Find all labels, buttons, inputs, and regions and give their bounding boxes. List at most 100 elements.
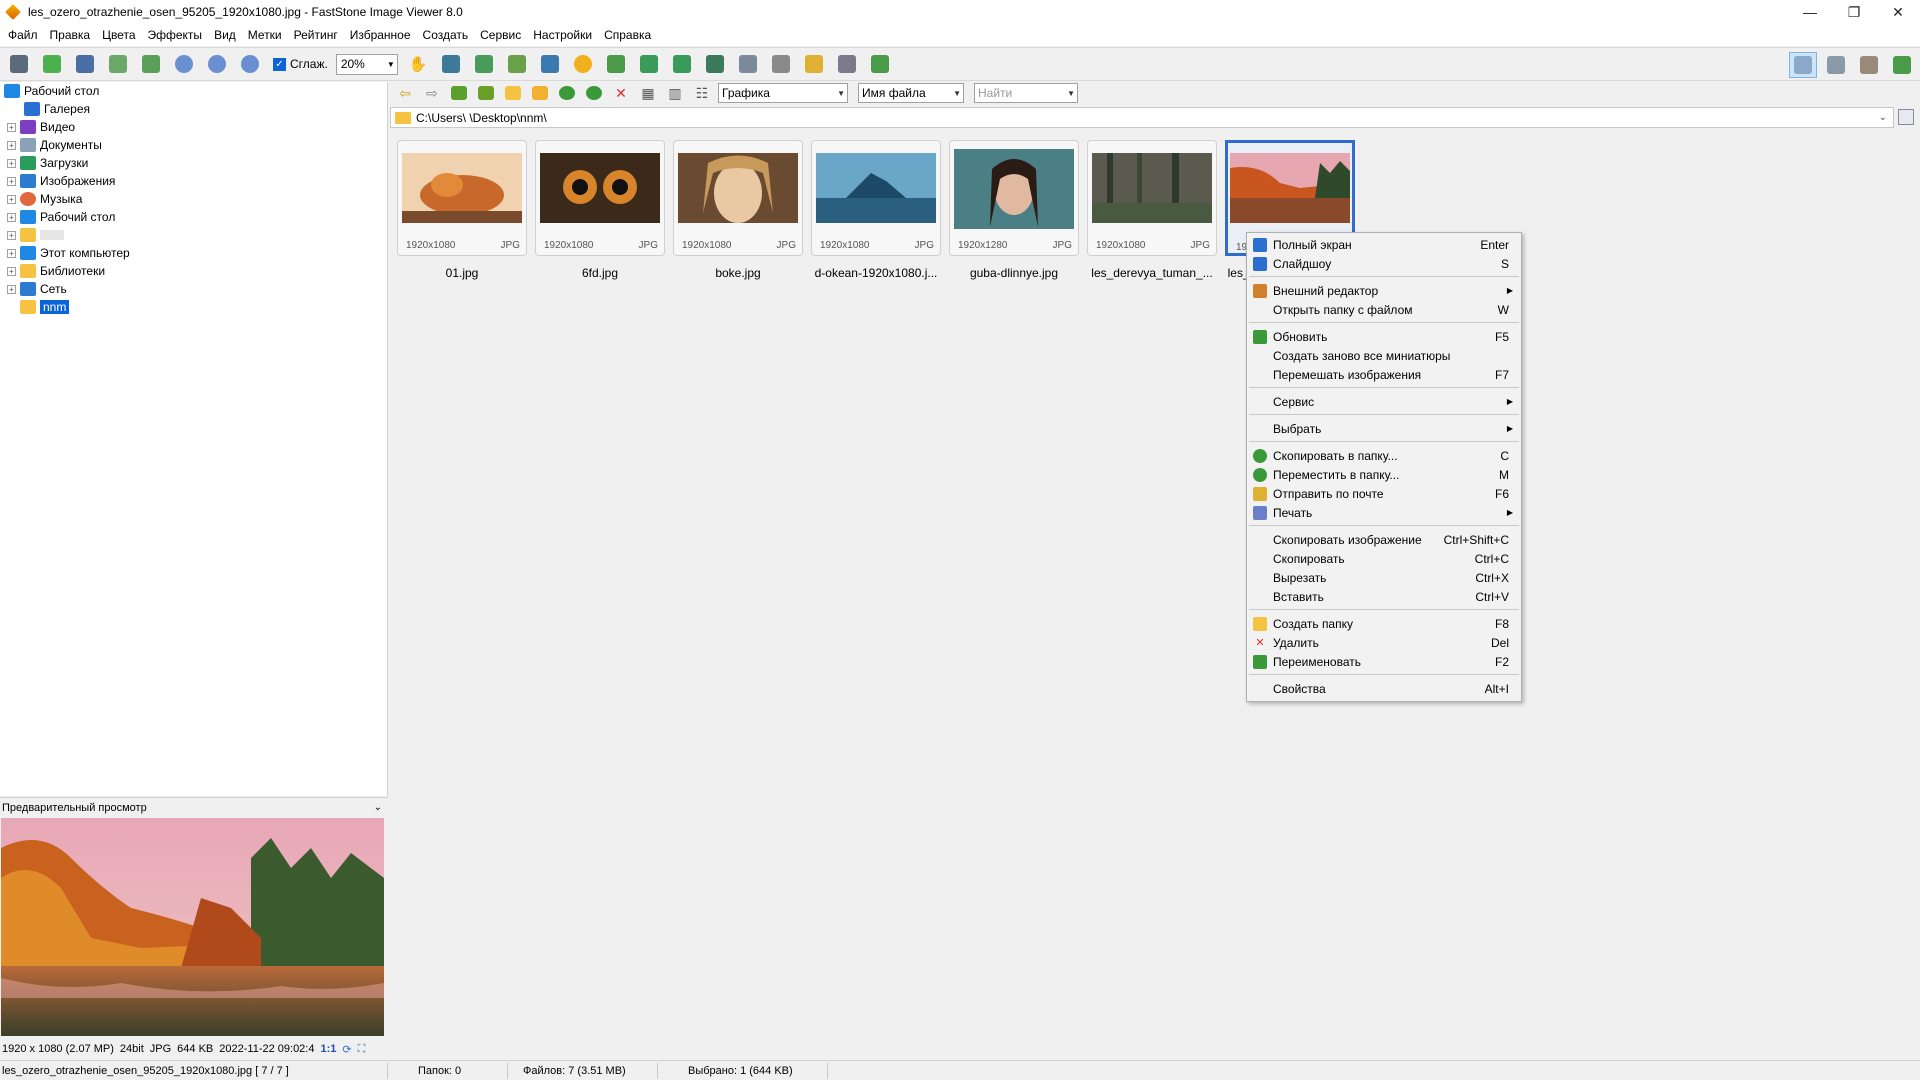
thumbnail-card[interactable]: 1920x1080 JPG xyxy=(811,140,941,256)
menu-copy-to-folder[interactable]: Скопировать в папку... C xyxy=(1247,446,1521,465)
expand-icon[interactable]: + xyxy=(7,194,16,204)
export-button[interactable] xyxy=(137,51,165,77)
fit-screen-icon[interactable]: ⛶ xyxy=(358,1043,366,1056)
menu-cut[interactable]: Вырезать Ctrl+X xyxy=(1247,568,1521,587)
save-as-button[interactable] xyxy=(104,51,132,77)
expand-icon[interactable]: + xyxy=(7,266,16,276)
tree-item-documents[interactable]: + Документы xyxy=(7,136,102,154)
tree-item-desktop-root[interactable]: Рабочий стол xyxy=(4,82,99,100)
browser-view-button[interactable] xyxy=(1789,52,1817,78)
columns-view-button[interactable]: ▥ xyxy=(664,83,686,103)
menu-delete[interactable]: ✕ Удалить Del xyxy=(1247,633,1521,652)
collapse-icon[interactable]: ⌄ xyxy=(374,802,382,813)
menu-select[interactable]: Выбрать ▶ xyxy=(1247,419,1521,438)
effects-button[interactable] xyxy=(602,51,630,77)
expand-icon[interactable]: + xyxy=(7,176,16,186)
menu-print[interactable]: Печать ▶ xyxy=(1247,503,1521,522)
properties-button[interactable] xyxy=(866,51,894,77)
pan-button[interactable]: ✋ xyxy=(404,51,432,77)
expand-icon[interactable]: + xyxy=(7,140,16,150)
tree-item-downloads[interactable]: + Загрузки xyxy=(7,154,88,172)
expand-icon[interactable]: + xyxy=(7,248,16,258)
tree-item-this-pc[interactable]: + Этот компьютер xyxy=(7,244,130,262)
move-to-button[interactable] xyxy=(583,83,605,103)
acquire-button[interactable] xyxy=(5,51,33,77)
menu-refresh[interactable]: Обновить F5 xyxy=(1247,327,1521,346)
menu-shuffle[interactable]: Перемешать изображения F7 xyxy=(1247,365,1521,384)
filter-combo[interactable]: Графика ▼ xyxy=(718,83,848,103)
tree-item-desktop[interactable]: + Рабочий стол xyxy=(7,208,115,226)
menu-copy-image[interactable]: Скопировать изображение Ctrl+Shift+C xyxy=(1247,530,1521,549)
up-folder-button[interactable] xyxy=(448,83,470,103)
preview-view-button[interactable] xyxy=(1822,52,1850,78)
menu-rename[interactable]: Переименовать F2 xyxy=(1247,652,1521,671)
menu-settings[interactable]: Настройки xyxy=(527,24,598,46)
menu-tools[interactable]: Сервис ▶ xyxy=(1247,392,1521,411)
menu-create-folder[interactable]: Создать папку F8 xyxy=(1247,614,1521,633)
search-input[interactable]: Найти xyxy=(978,86,1012,100)
rotate-right-button[interactable] xyxy=(668,51,696,77)
resize-button[interactable] xyxy=(470,51,498,77)
menu-properties[interactable]: Свойства Alt+I xyxy=(1247,679,1521,698)
save-button[interactable] xyxy=(71,51,99,77)
menu-copy[interactable]: Скопировать Ctrl+C xyxy=(1247,549,1521,568)
fit-button[interactable] xyxy=(437,51,465,77)
slideshow-button[interactable] xyxy=(734,51,762,77)
delete-button[interactable]: ✕ xyxy=(610,83,632,103)
compare-button[interactable] xyxy=(701,51,729,77)
menu-send-email[interactable]: Отправить по почте F6 xyxy=(1247,484,1521,503)
tree-item-user-folder[interactable]: + xyxy=(7,226,64,244)
close-button[interactable]: ✕ xyxy=(1876,0,1920,24)
restore-button[interactable]: ❐ xyxy=(1832,0,1876,24)
thumbnail-item[interactable]: 1920x1080 JPG les_derevya_tuman_... xyxy=(1087,140,1217,280)
forward-button[interactable]: ⇨ xyxy=(421,83,443,103)
menu-effects[interactable]: Эффекты xyxy=(142,24,209,46)
rotate-left-button[interactable] xyxy=(635,51,663,77)
chevron-down-icon[interactable]: ⌄ xyxy=(1879,112,1887,123)
menu-file[interactable]: Файл xyxy=(2,24,44,46)
tree-item-libraries[interactable]: + Библиотеки xyxy=(7,262,105,280)
fullscreen-view-button[interactable] xyxy=(1888,52,1916,78)
list-view-button[interactable]: ☷ xyxy=(691,83,713,103)
back-button[interactable]: ⇦ xyxy=(394,83,416,103)
thumbnail-item[interactable]: 1920x1080 JPG d-okean-1920x1080.j... xyxy=(811,140,941,280)
menu-colors[interactable]: Цвета xyxy=(96,24,141,46)
menu-tags[interactable]: Метки xyxy=(242,24,288,46)
copy-to-button[interactable] xyxy=(556,83,578,103)
email-button[interactable] xyxy=(800,51,828,77)
minimize-button[interactable]: — xyxy=(1788,0,1832,24)
thumbnail-card[interactable]: 1920x1280 JPG xyxy=(949,140,1079,256)
menu-favorites[interactable]: Избранное xyxy=(344,24,417,46)
path-text[interactable]: C:\Users\ \Desktop\nnm\ xyxy=(416,111,547,125)
zoom-in-button[interactable] xyxy=(170,51,198,77)
menu-open-folder[interactable]: Открыть папку с файлом W xyxy=(1247,300,1521,319)
thumbnail-item[interactable]: 1920x1080 JPG boke.jpg xyxy=(673,140,803,280)
print-button[interactable] xyxy=(833,51,861,77)
smooth-checkbox[interactable]: ✓ Сглаж. xyxy=(273,57,328,71)
thumbnail-item[interactable]: 1920x1080 JPG 01.jpg xyxy=(397,140,527,280)
thumbnail-card[interactable]: 1920x1080 JPG xyxy=(1087,140,1217,256)
tree-item-gallery[interactable]: Галерея xyxy=(24,100,90,118)
menu-rating[interactable]: Рейтинг xyxy=(288,24,344,46)
open-folder-button[interactable] xyxy=(529,83,551,103)
copy-folder-button[interactable] xyxy=(475,83,497,103)
path-history-button[interactable] xyxy=(1898,109,1914,125)
menu-move-to-folder[interactable]: Переместить в папку... M xyxy=(1247,465,1521,484)
tree-item-nnm[interactable]: nnm xyxy=(20,298,70,316)
thumbnail-card[interactable]: 1920x1080 JPG xyxy=(397,140,527,256)
thumbnail-card[interactable]: 1920x1080 JPG xyxy=(673,140,803,256)
rotate-icon[interactable]: ⟳ xyxy=(342,1043,351,1056)
expand-icon[interactable]: + xyxy=(7,284,16,294)
menu-external-editor[interactable]: Внешний редактор ▶ xyxy=(1247,281,1521,300)
search-combo[interactable]: Найти ▼ xyxy=(974,83,1078,103)
adjust-button[interactable] xyxy=(569,51,597,77)
expand-icon[interactable]: + xyxy=(7,158,16,168)
zoom-out-button[interactable] xyxy=(203,51,231,77)
expand-icon[interactable]: + xyxy=(7,212,16,222)
thumbnail-item[interactable]: 1920x1080 JPG 6fd.jpg xyxy=(535,140,665,280)
tree-item-music[interactable]: + Музыка xyxy=(7,190,82,208)
zoom-select[interactable]: 20% ▼ xyxy=(335,53,398,75)
menu-slideshow[interactable]: Слайдшоу S xyxy=(1247,254,1521,273)
menu-rebuild-thumbnails[interactable]: Создать заново все миниатюры xyxy=(1247,346,1521,365)
tree-item-video[interactable]: + Видео xyxy=(7,118,75,136)
